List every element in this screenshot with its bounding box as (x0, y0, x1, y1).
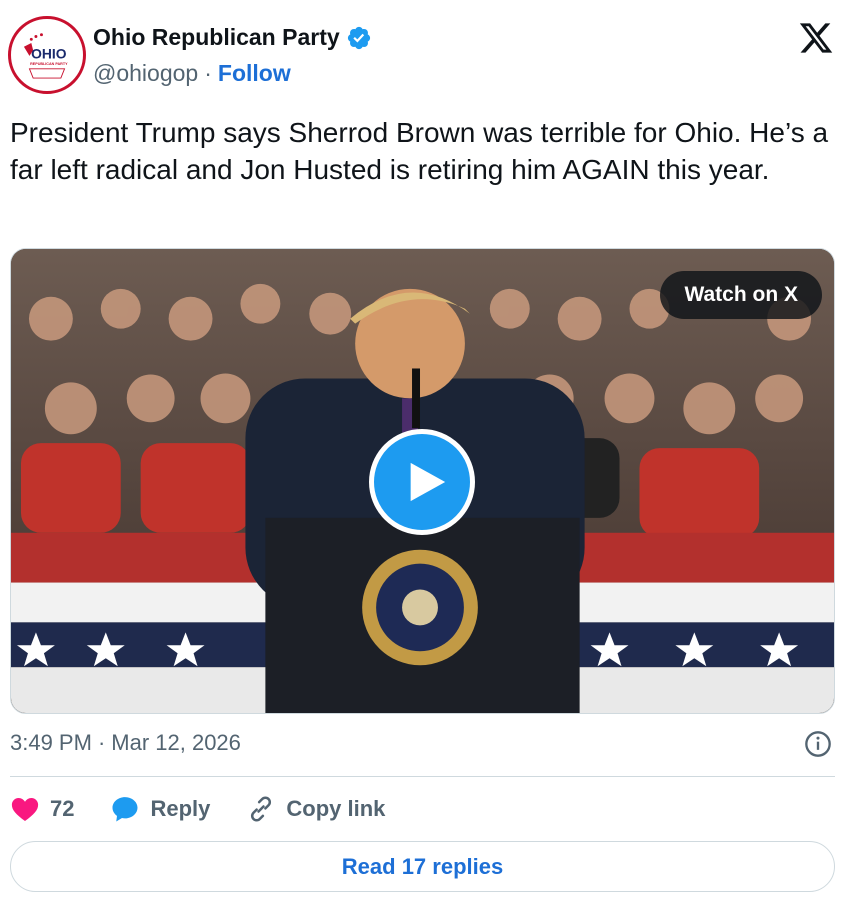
watch-on-x-button[interactable]: Watch on X (660, 271, 822, 319)
tweet-date: Mar 12, 2026 (111, 730, 241, 755)
play-icon (410, 462, 446, 502)
avatar-logo-subtext: REPUBLICAN PARTY (30, 62, 68, 66)
copy-link-button[interactable]: Copy link (246, 794, 385, 824)
divider (10, 776, 835, 777)
name-row: Ohio Republican Party (93, 24, 372, 51)
play-button[interactable] (369, 429, 475, 535)
reply-button[interactable]: Reply (110, 794, 210, 824)
tweet-header: OHIO REPUBLICAN PARTY Ohio Republican Pa… (8, 16, 838, 98)
timestamp-separator: · (97, 730, 106, 755)
heart-icon (11, 798, 39, 821)
copy-link-label: Copy link (286, 796, 386, 821)
video-player[interactable]: Watch on X (10, 248, 835, 714)
tweet-timestamp[interactable]: 3:49 PM · Mar 12, 2026 (10, 730, 241, 756)
avatar[interactable]: OHIO REPUBLICAN PARTY (8, 16, 86, 94)
follow-button[interactable]: Follow (218, 60, 291, 87)
like-button[interactable]: 72 (10, 794, 74, 824)
read-replies-button[interactable]: Read 17 replies (10, 841, 835, 892)
tweet-time: 3:49 PM (10, 730, 92, 755)
action-bar: 72 Reply Copy link (10, 792, 421, 826)
avatar-logo-text: OHIO (31, 46, 67, 62)
handle-row: @ohiogop · Follow (93, 60, 291, 87)
reply-bubble-icon (112, 797, 138, 822)
tweet-text: President Trump says Sherrod Brown was t… (10, 117, 829, 185)
x-logo-icon[interactable] (798, 20, 834, 56)
info-icon[interactable] (804, 730, 832, 758)
like-count: 72 (50, 796, 75, 821)
handle-separator: · (204, 60, 212, 86)
link-icon (251, 796, 272, 822)
account-handle[interactable]: @ohiogop (93, 60, 198, 87)
verified-badge-icon (346, 25, 372, 51)
account-name[interactable]: Ohio Republican Party (93, 24, 340, 51)
ohio-gop-logo: OHIO REPUBLICAN PARTY (13, 21, 81, 89)
reply-label: Reply (150, 796, 211, 821)
